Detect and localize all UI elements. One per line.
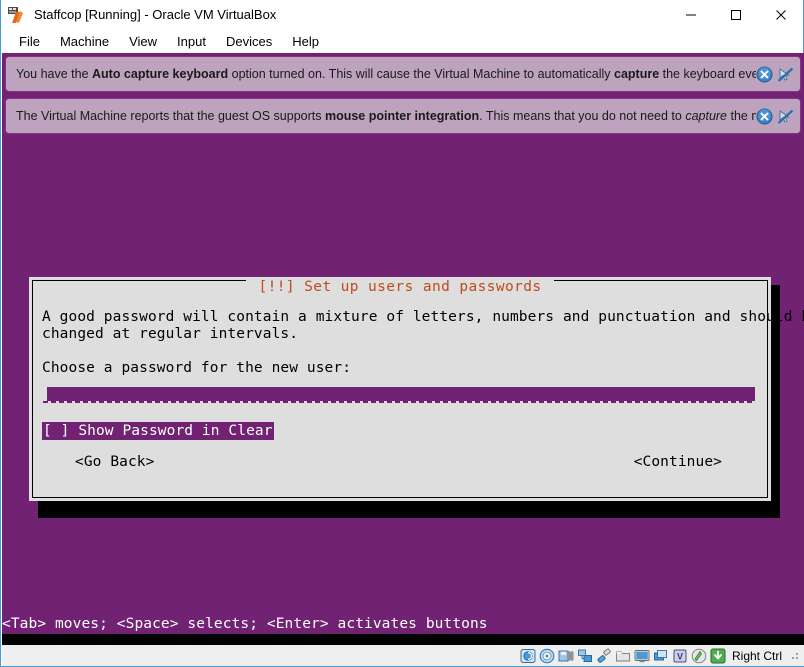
window-title: Staffcop [Running] - Oracle VM VirtualBo… <box>34 7 277 22</box>
host-key-label: Right Ctrl <box>731 648 782 663</box>
notif2-part0: The Virtual Machine reports that the gue… <box>16 109 325 123</box>
menu-machine[interactable]: Machine <box>50 32 119 51</box>
optical-drive-icon[interactable] <box>539 648 555 664</box>
menu-devices[interactable]: Devices <box>216 32 282 51</box>
notif1-part2: option turned on. This will cause the Vi… <box>228 67 614 81</box>
hard-disk-icon[interactable] <box>520 648 536 664</box>
menubar: File Machine View Input Devices Help <box>1 29 803 53</box>
keyboard-help-line: <Tab> moves; <Space> selects; <Enter> ac… <box>2 616 488 632</box>
maximize-button[interactable] <box>713 0 758 29</box>
body-line-2: changed at regular intervals. <box>42 326 299 342</box>
menu-input[interactable]: Input <box>167 32 216 51</box>
notification-mouse-pointer-integration: The Virtual Machine reports that the gue… <box>5 98 801 134</box>
notification-actions <box>756 66 796 83</box>
virtualization-icon[interactable]: V <box>672 648 688 664</box>
host-key-icon[interactable] <box>710 648 726 664</box>
minimize-button[interactable] <box>668 0 713 29</box>
notif1-part0: You have the <box>16 67 92 81</box>
window-controls <box>668 0 803 29</box>
dialog-body: A good password will contain a mixture o… <box>42 309 804 377</box>
notif2-part3: capture <box>685 109 728 123</box>
password-input[interactable] <box>47 387 755 401</box>
do-not-show-again-icon[interactable] <box>777 66 794 83</box>
go-back-button[interactable]: <Go Back> <box>75 454 154 470</box>
close-button[interactable] <box>758 0 803 29</box>
close-icon[interactable] <box>756 66 773 83</box>
menu-file[interactable]: File <box>9 32 50 51</box>
notif1-part3: capture <box>614 67 660 81</box>
virtualbox-icon <box>6 5 26 25</box>
screen-bottom-letterbox <box>2 634 804 645</box>
close-icon[interactable] <box>756 108 773 125</box>
display-icon[interactable] <box>634 648 650 664</box>
usb-icon[interactable] <box>596 647 612 664</box>
resize-grip[interactable] <box>790 651 800 661</box>
continue-button[interactable]: <Continue> <box>634 454 722 470</box>
menu-help[interactable]: Help <box>282 32 329 51</box>
notification-text: The Virtual Machine reports that the gue… <box>16 109 756 123</box>
recording-icon[interactable] <box>653 648 669 664</box>
notif2-part4: the mouse pointer <box>730 109 756 123</box>
notif1-part4: the keyboard every time the VM <box>662 67 756 81</box>
notif2-part2: . This means that you do not need to <box>479 109 686 123</box>
vbox-statusbar: V Right Ctrl <box>2 645 804 666</box>
show-password-in-clear-checkbox[interactable]: [ ] Show Password in Clear <box>42 422 274 440</box>
window-titlebar: Staffcop [Running] - Oracle VM VirtualBo… <box>1 0 803 29</box>
virtualbox-window: Staffcop [Running] - Oracle VM VirtualBo… <box>0 0 804 667</box>
body-line-1: A good password will contain a mixture o… <box>42 309 804 325</box>
svg-text:V: V <box>677 651 683 661</box>
notification-actions <box>756 108 796 125</box>
dialog-buttons: <Go Back> <Continue> <box>42 454 742 470</box>
shared-folders-icon[interactable] <box>615 648 631 664</box>
network-icon[interactable] <box>577 648 593 664</box>
mouse-integration-icon[interactable] <box>691 648 707 664</box>
notif1-part1: Auto capture keyboard <box>92 67 229 81</box>
floppy-drive-icon[interactable] <box>558 648 574 664</box>
password-input-underline <box>43 401 755 403</box>
vm-screen[interactable]: You have the Auto capture keyboard optio… <box>2 53 804 645</box>
menu-view[interactable]: View <box>119 32 167 51</box>
status-icon-group: V <box>520 647 726 664</box>
do-not-show-again-icon[interactable] <box>777 108 794 125</box>
notif2-part1: mouse pointer integration <box>324 109 480 123</box>
notification-auto-capture-keyboard: You have the Auto capture keyboard optio… <box>5 56 801 92</box>
notification-text: You have the Auto capture keyboard optio… <box>16 67 756 81</box>
password-prompt: Choose a password for the new user: <box>42 360 352 376</box>
